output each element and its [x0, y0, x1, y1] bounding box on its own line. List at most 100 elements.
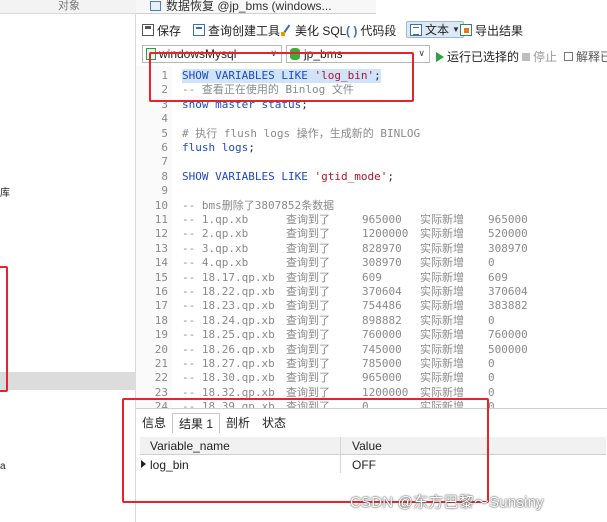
code-line[interactable]: 6 flush logs;	[136, 141, 607, 155]
code-line[interactable]: 19 -- 18.25.qp.xb 查询到了 760000 实际新增 760000	[136, 328, 607, 342]
text-mode-button[interactable]: 文本 ▼	[406, 21, 464, 38]
line-number: 8	[161, 169, 168, 183]
line-number: 6	[161, 141, 168, 154]
comment-field-label: 实际新增	[420, 213, 464, 226]
highlight-box-results	[122, 398, 489, 503]
navigator-selected-row[interactable]	[0, 372, 136, 390]
code-line[interactable]: 21 -- 18.27.qp.xb 查询到了 785000 实际新增 0	[136, 357, 607, 371]
line-number: 21	[154, 357, 168, 370]
comment-field-file: -- 18.30.qp.xb	[182, 371, 275, 385]
code-comment: -- 18.24.qp.xb 查询到了 898882 实际新增 0	[182, 314, 607, 328]
comment-field-added: 520000	[488, 227, 528, 241]
highlight-box-left	[0, 266, 8, 392]
query-document-tab[interactable]: 数据恢复 @jp_bms (windows...	[136, 0, 376, 14]
code-line[interactable]: 4	[136, 112, 607, 126]
query-document-title: 数据恢复 @jp_bms (windows...	[166, 0, 332, 13]
highlight-box-query	[149, 52, 414, 102]
comment-field-found: 查询到了	[286, 328, 330, 342]
code-snippet-button[interactable]: ( ) 代码段	[346, 22, 396, 39]
code-line[interactable]: 15 -- 18.17.qp.xb 查询到了 609 实际新增 609	[136, 271, 607, 285]
code-line[interactable]: 11 -- 1.qp.xb 查询到了 965000 实际新增 965000	[136, 213, 607, 227]
explain-button[interactable]: 解释已	[564, 48, 607, 65]
comment-field-added: 0	[488, 385, 495, 399]
comment-field-added: 383882	[488, 299, 528, 313]
code-comment: -- 18.17.qp.xb 查询到了 609 实际新增 609	[182, 271, 607, 285]
comment-field-label: 实际新增	[420, 328, 464, 342]
code-line[interactable]: 12 -- 2.qp.xb 查询到了 1200000 实际新增 520000	[136, 227, 607, 241]
beautify-wand-icon	[280, 24, 292, 36]
code-text: SHOW VARIABLES LIKE 'gtid_mode';	[182, 169, 394, 183]
code-comment: -- 4.qp.xb 查询到了 308970 实际新增 0	[182, 256, 607, 270]
chevron-down-icon[interactable]: ▼	[452, 25, 460, 34]
comment-field-label: 实际新增	[420, 299, 464, 313]
comment-field-count: 760000	[362, 328, 402, 342]
text-mode-icon	[410, 23, 422, 36]
comment-field-label: 实际新增	[420, 371, 464, 385]
stop-button[interactable]: 停止	[522, 48, 557, 65]
code-line[interactable]: 16 -- 18.22.qp.xb 查询到了 370604 实际新增 370604	[136, 285, 607, 299]
code-comment: -- 18.25.qp.xb 查询到了 760000 实际新增 760000	[182, 328, 607, 342]
comment-field-label: 实际新增	[420, 342, 464, 356]
code-line[interactable]: 9	[136, 184, 607, 198]
comment-field-count: 785000	[362, 357, 402, 370]
tab-objects[interactable]: 对象	[0, 0, 136, 14]
code-line[interactable]: 5 # 执行 flush logs 操作，生成新的 BINLOG	[136, 127, 607, 141]
comment-field-found: 查询到了	[286, 241, 330, 255]
code-line[interactable]: 22 -- 18.30.qp.xb 查询到了 965000 实际新增 0	[136, 371, 607, 385]
line-number: 11	[154, 213, 168, 226]
comment-field-found: 查询到了	[286, 357, 330, 370]
line-number: 10	[154, 198, 168, 212]
code-comment: -- 18.27.qp.xb 查询到了 785000 实际新增 0	[182, 357, 607, 371]
line-number: 9	[161, 184, 168, 198]
comment-field-label: 实际新增	[420, 241, 464, 255]
comment-field-added: 308970	[488, 241, 528, 255]
beautify-sql-button[interactable]: 美化 SQL	[280, 22, 346, 38]
code-line[interactable]: 7	[136, 155, 607, 169]
export-result-button[interactable]: 导出结果	[460, 22, 523, 38]
comment-field-count: 370604	[362, 285, 402, 298]
comment-field-file: -- 1.qp.xb	[182, 213, 249, 226]
line-number: 13	[154, 241, 168, 255]
run-selected-label: 运行已选择的	[447, 50, 520, 64]
comment-field-file: -- 18.26.qp.xb	[182, 342, 275, 356]
navigator-item-fragment[interactable]: a	[0, 461, 6, 472]
comment-field-count: 1200000	[362, 227, 409, 241]
comment-field-added: 965000	[488, 213, 528, 226]
comment-field-added: 370604	[488, 285, 528, 298]
comment-field-found: 查询到了	[286, 227, 330, 241]
code-line[interactable]: 20 -- 18.26.qp.xb 查询到了 745000 实际新增 500000	[136, 343, 607, 357]
code-snippet-icon: ( )	[346, 24, 358, 38]
comment-field-count: 965000	[362, 371, 402, 385]
comment-field-found: 查询到了	[286, 213, 330, 226]
line-number: 12	[154, 227, 168, 241]
stop-icon	[522, 52, 530, 61]
code-line[interactable]: 18 -- 18.24.qp.xb 查询到了 898882 实际新增 0	[136, 314, 607, 328]
comment-field-found: 查询到了	[286, 313, 330, 327]
sql-editor[interactable]: 1 SHOW VARIABLES LIKE 'log_bin'; 2 -- 查看正在使…	[136, 66, 607, 408]
query-document-icon	[150, 1, 161, 11]
save-button[interactable]: 保存	[142, 22, 181, 38]
comment-field-file: -- 18.27.qp.xb	[182, 357, 275, 370]
run-selected-button[interactable]: 运行已选择的	[436, 48, 519, 65]
comment-field-file: -- 18.24.qp.xb	[182, 313, 275, 327]
code-text: flush logs;	[182, 141, 255, 154]
line-number: 14	[154, 256, 168, 270]
comment-field-found: 查询到了	[286, 371, 330, 385]
line-number: 15	[154, 270, 168, 284]
code-line[interactable]: 13 -- 3.qp.xb 查询到了 828970 实际新增 308970	[136, 242, 607, 256]
chevron-down-icon: ∨	[418, 48, 425, 58]
comment-field-label: 实际新增	[420, 270, 464, 284]
comment-field-file: -- 18.22.qp.xb	[182, 285, 275, 298]
code-comment: -- 18.22.qp.xb 查询到了 370604 实际新增 370604	[182, 285, 607, 299]
comment-field-added: 609	[488, 270, 508, 284]
navigator-item-fragment[interactable]: 库	[0, 184, 10, 199]
comment-field-file: -- 2.qp.xb	[182, 227, 249, 241]
line-number: 22	[154, 371, 168, 385]
code-line[interactable]: 17 -- 18.23.qp.xb 查询到了 754486 实际新增 383882	[136, 299, 607, 313]
code-line[interactable]: 10 -- bms删除了3807852条数据	[136, 199, 607, 213]
comment-field-file: -- 18.25.qp.xb	[182, 328, 275, 342]
code-line[interactable]: 8 SHOW VARIABLES LIKE 'gtid_mode';	[136, 170, 607, 184]
comment-field-count: 308970	[362, 256, 402, 270]
code-line[interactable]: 14 -- 4.qp.xb 查询到了 308970 实际新增 0	[136, 256, 607, 270]
query-builder-button[interactable]: 查询创建工具	[193, 22, 280, 38]
